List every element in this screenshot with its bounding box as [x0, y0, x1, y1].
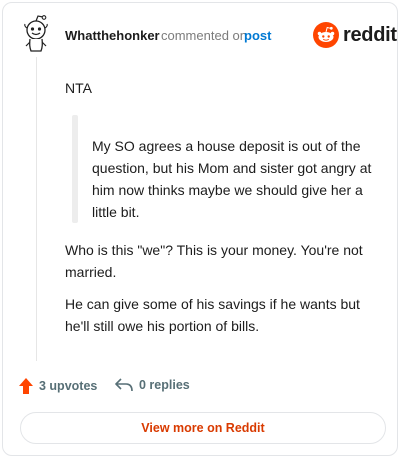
comment-embed-card: Whatthehonker commented on post reddit N…	[2, 2, 398, 456]
upvote-arrow-icon	[19, 378, 33, 394]
comment-paragraph-3: He can give some of his savings if he wa…	[65, 296, 360, 334]
snoo-avatar-icon[interactable]	[19, 15, 53, 53]
upvotes-label: 3 upvotes	[39, 379, 98, 393]
thread-line[interactable]	[36, 57, 37, 361]
post-link[interactable]: post	[244, 28, 271, 43]
comment-author[interactable]: Whatthehonker	[65, 28, 160, 43]
replies-label: 0 replies	[139, 378, 190, 392]
blockquote-text: My SO agrees a house deposit is out of t…	[92, 138, 372, 220]
comment-paragraph-1: NTA	[65, 80, 92, 96]
reddit-wordmark: reddit	[343, 23, 397, 46]
reddit-logo-icon	[313, 22, 339, 48]
comment-paragraph-2: Who is this "we"? This is your money. Yo…	[65, 242, 363, 280]
upvotes-count[interactable]: 3 upvotes	[19, 378, 97, 394]
view-more-on-reddit-button[interactable]: View more on Reddit	[20, 412, 386, 444]
blockquote-bar	[72, 115, 78, 223]
reddit-logo[interactable]: reddit	[313, 22, 397, 48]
reply-arrow-icon	[115, 378, 133, 392]
replies-count[interactable]: 0 replies	[115, 378, 190, 392]
commented-on-text: commented on	[161, 28, 247, 43]
